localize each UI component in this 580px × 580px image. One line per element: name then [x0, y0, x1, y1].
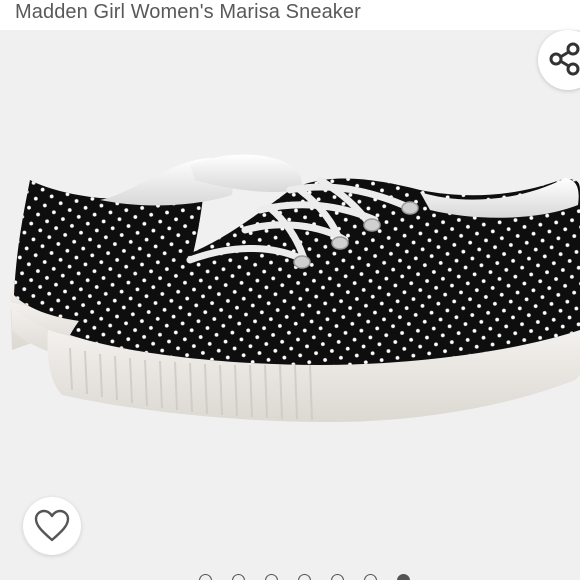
carousel-dot[interactable]	[364, 574, 377, 580]
carousel-dots	[0, 572, 580, 580]
carousel-dot[interactable]	[331, 574, 344, 580]
product-image[interactable]	[0, 30, 580, 580]
product-image-area[interactable]	[0, 30, 580, 580]
carousel-dot[interactable]	[265, 574, 278, 580]
carousel-dot[interactable]	[232, 574, 245, 580]
product-title: Madden Girl Women's Marisa Sneaker	[15, 1, 361, 23]
product-screen: Madden Girl Women's Marisa Sneaker	[0, 0, 580, 580]
carousel-dot[interactable]	[397, 574, 410, 580]
heart-outline-icon	[34, 509, 70, 542]
share-icon	[549, 42, 580, 76]
carousel-dot[interactable]	[199, 574, 212, 580]
title-bar: Madden Girl Women's Marisa Sneaker	[0, 0, 580, 30]
wishlist-button[interactable]	[23, 497, 81, 555]
carousel-dot[interactable]	[298, 574, 311, 580]
